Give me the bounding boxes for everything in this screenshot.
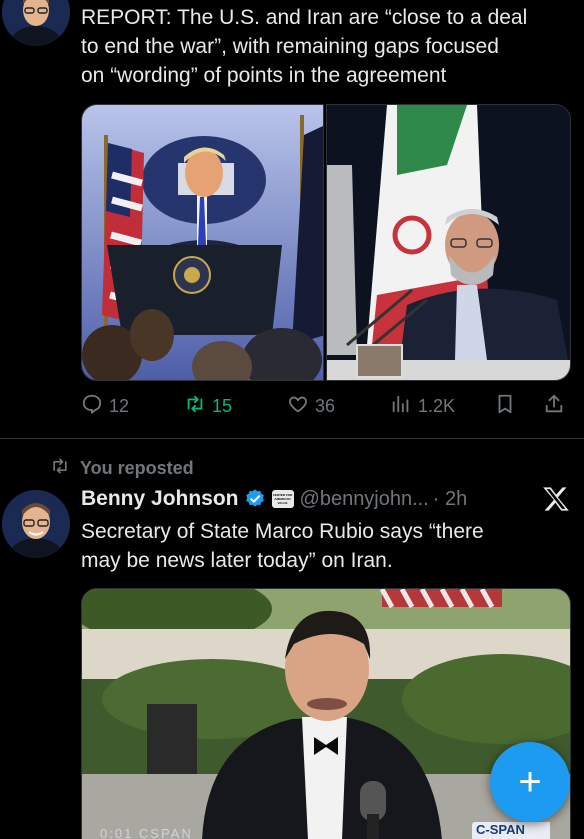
repost-small-icon	[50, 456, 70, 481]
like-button[interactable]: 36	[287, 392, 335, 420]
video-network-logo: C-SPAN	[472, 822, 550, 839]
views-button[interactable]: 1.2K	[390, 392, 455, 420]
reply-button[interactable]: 12	[81, 392, 129, 420]
like-icon	[287, 393, 309, 420]
tweet-divider	[0, 438, 584, 439]
bookmark-icon	[494, 393, 516, 420]
compose-icon: +	[518, 760, 542, 804]
repost-icon	[184, 393, 206, 420]
bookmark-button[interactable]	[494, 392, 516, 420]
reply-icon	[81, 393, 103, 420]
video-caption: 0:01 CSPAN	[100, 826, 193, 839]
verified-icon	[244, 488, 266, 510]
tweet-photo-right[interactable]	[326, 104, 571, 381]
repost-button[interactable]: 15	[184, 392, 232, 420]
avatar-top[interactable]	[2, 0, 70, 46]
author-handle[interactable]: @bennyjohn...	[300, 488, 429, 511]
views-icon	[390, 393, 412, 420]
share-icon	[543, 393, 565, 420]
tweet-action-bar: 12 15 36 1.2K	[81, 392, 575, 420]
tweet-time[interactable]: · 2h	[433, 488, 467, 511]
share-button[interactable]	[543, 392, 565, 420]
x-logo-icon[interactable]	[542, 486, 570, 517]
tweet-text-2: Secretary of State Marco Rubio says “the…	[81, 520, 484, 572]
compose-button[interactable]: +	[490, 742, 570, 822]
repost-indicator: You reposted	[50, 456, 194, 481]
author-name[interactable]: Benny Johnson	[81, 487, 239, 511]
tweet-header: Benny Johnson CENTER FOR AMERICAN VALUE …	[81, 484, 575, 514]
affiliate-badge[interactable]: CENTER FOR AMERICAN VALUE	[271, 490, 294, 508]
tweet-text: REPORT: The U.S. and Iran are “close to …	[81, 6, 528, 87]
tweet-photo-left[interactable]	[81, 104, 324, 381]
author-avatar[interactable]	[2, 490, 70, 558]
